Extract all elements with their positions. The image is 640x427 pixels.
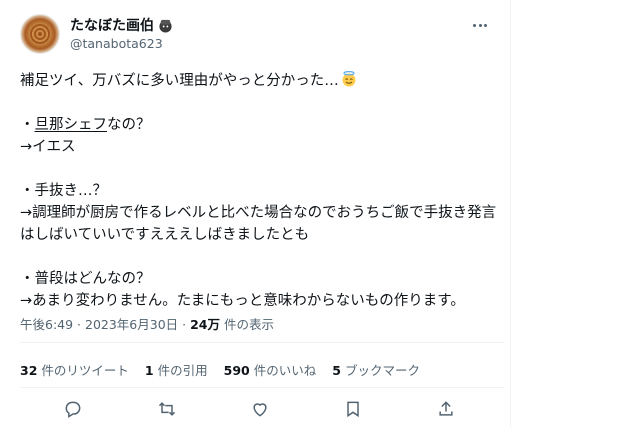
tweet-actions xyxy=(0,397,511,423)
tweet-line: ・普段はどんなの？ xyxy=(20,271,151,287)
more-icon[interactable] xyxy=(470,18,490,32)
divider xyxy=(20,387,504,388)
underlined-word[interactable]: 旦那シェフ xyxy=(35,117,108,133)
like-icon[interactable] xyxy=(248,397,272,421)
retweets-stat[interactable]: 32 件のリツイート xyxy=(20,360,129,379)
avatar[interactable] xyxy=(20,14,60,54)
tweet-line: →調理師が厨房で作るレベルと比べた場合なのでおうちご飯で手抜き発言 xyxy=(20,205,497,221)
tweet-line: ・手抜き…？ xyxy=(20,183,107,199)
page-background xyxy=(511,0,640,427)
tweet-line: 補足ツイ、万バズに多い理由がやっと分かった… xyxy=(20,70,504,92)
tweet-card: たなぼた画伯 @tanabota623 補足ツイ、万バズに多い理由がやっと分かっ… xyxy=(0,0,511,427)
quotes-stat[interactable]: 1 件の引用 xyxy=(145,360,208,379)
tweet-date[interactable]: 2023年6月30日 xyxy=(85,317,178,332)
likes-stat[interactable]: 590 件のいいね xyxy=(224,360,317,379)
tweet-text: 補足ツイ、万バズに多い理由がやっと分かった… ・旦那シェフなの？ →イエス ・手… xyxy=(20,70,504,312)
smiling-halo-emoji xyxy=(342,71,356,87)
tweet-line: →イエス xyxy=(20,139,76,155)
retweet-icon[interactable] xyxy=(155,397,179,421)
reply-icon[interactable] xyxy=(61,397,85,421)
bookmarks-stat[interactable]: 5 ブックマーク xyxy=(332,360,420,379)
bookmark-icon[interactable] xyxy=(341,397,365,421)
share-icon[interactable] xyxy=(434,397,458,421)
divider xyxy=(20,342,504,343)
name-row: たなぼた画伯 xyxy=(70,16,173,34)
badge-icon xyxy=(159,19,172,33)
tweet-line: ・旦那シェフなの？ xyxy=(20,117,151,133)
tweet-stats: 32 件のリツイート 1 件の引用 590 件のいいね 5 ブックマーク xyxy=(20,360,420,379)
tweet-line: →あまり変わりません。たまにもっと意味わからないもの作ります。 xyxy=(20,293,465,309)
user-handle[interactable]: @tanabota623 xyxy=(70,36,163,51)
tweet-header: たなぼた画伯 @tanabota623 xyxy=(20,14,500,58)
views-label: 件の表示 xyxy=(220,317,274,332)
views-count: 24万 xyxy=(190,317,220,332)
tweet-meta: 午後6:49 · 2023年6月30日 · 24万 件の表示 xyxy=(20,317,274,332)
tweet-time[interactable]: 午後6:49 xyxy=(20,317,73,332)
tweet-line: はしばいていいですえええしばきましたとも xyxy=(20,227,310,243)
display-name[interactable]: たなぼた画伯 xyxy=(70,15,154,35)
